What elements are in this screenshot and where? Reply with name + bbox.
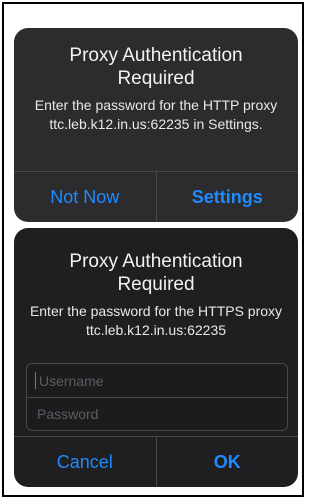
- https-alert-button-row: Cancel OK: [14, 436, 298, 487]
- password-input[interactable]: [35, 405, 287, 423]
- text-cursor: [35, 372, 36, 389]
- http-alert-button-row: Not Now Settings: [14, 171, 298, 222]
- ok-button[interactable]: OK: [155, 437, 299, 487]
- cancel-button[interactable]: Cancel: [14, 437, 156, 487]
- not-now-button[interactable]: Not Now: [14, 172, 156, 222]
- http-alert-title: Proxy Authentication Required: [69, 45, 243, 89]
- http-alert-message: Enter the password for the HTTP proxy tt…: [34, 97, 278, 132]
- https-alert-message: Enter the password for the HTTPS proxy t…: [29, 303, 283, 338]
- http-proxy-alert: Proxy Authentication Required Enter the …: [14, 28, 298, 222]
- username-field[interactable]: [27, 364, 287, 397]
- username-input[interactable]: [36, 371, 287, 390]
- password-field[interactable]: [27, 397, 287, 430]
- https-alert-title: Proxy Authentication Required: [69, 251, 243, 295]
- settings-button[interactable]: Settings: [155, 172, 299, 222]
- credentials-fields: [26, 363, 288, 431]
- https-proxy-alert: Proxy Authentication Required Enter the …: [14, 228, 298, 487]
